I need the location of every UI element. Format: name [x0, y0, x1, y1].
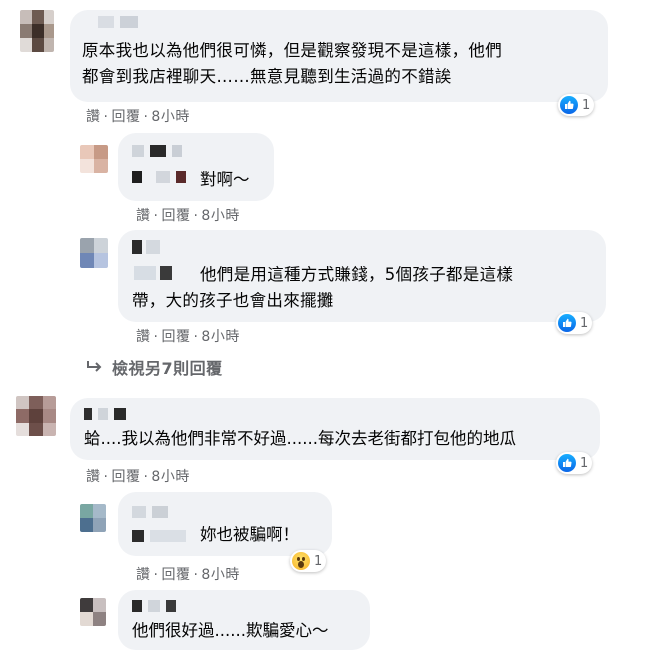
comment-text: 他們很好過......欺騙愛心～: [132, 621, 329, 640]
comment-actions: 讚 · 回覆 · 8小時: [86, 469, 190, 485]
reaction-count[interactable]: 1: [290, 550, 327, 572]
reply-button[interactable]: 回覆: [111, 469, 140, 485]
reply-bubble: 他們很好過......欺騙愛心～: [118, 590, 370, 650]
comment-text: 蛤....我以為他們非常不好過......每次去老街都打包他的地瓜: [84, 429, 516, 448]
comment-actions: 讚 · 回覆 · 8小時: [86, 109, 190, 125]
like-icon: [558, 314, 576, 332]
timestamp[interactable]: 8小時: [201, 567, 239, 583]
reaction-count[interactable]: 1: [556, 452, 593, 474]
like-button[interactable]: 讚: [136, 567, 151, 583]
timestamp[interactable]: 8小時: [151, 109, 189, 125]
reaction-count[interactable]: 1: [556, 312, 593, 334]
view-more-label: 檢視另7則回覆: [112, 359, 223, 378]
comment-actions: 讚 · 回覆 · 8小時: [136, 567, 240, 583]
reaction-count[interactable]: 1: [558, 94, 595, 116]
reply-bubble: 妳也被騙啊！: [118, 492, 332, 556]
like-button[interactable]: 讚: [136, 208, 151, 224]
view-more-replies-link[interactable]: 檢視另7則回覆: [86, 355, 223, 379]
reply-button[interactable]: 回覆: [161, 329, 190, 345]
avatar[interactable]: [80, 145, 108, 173]
like-button[interactable]: 讚: [86, 109, 101, 125]
timestamp[interactable]: 8小時: [151, 469, 189, 485]
reply-bubble: 對啊～: [118, 133, 274, 201]
reply-button[interactable]: 回覆: [161, 567, 190, 583]
reply-bubble: 他們是用這種方式賺錢，5個孩子都是這樣 帶，大的孩子也會出來擺攤: [118, 230, 606, 322]
blurred-author-name: [98, 16, 158, 30]
avatar[interactable]: [20, 10, 54, 52]
avatar[interactable]: [80, 504, 106, 532]
reply-arrow-icon: [87, 361, 102, 372]
reaction-number: 1: [580, 315, 589, 331]
reply-button[interactable]: 回覆: [111, 109, 140, 125]
avatar[interactable]: [80, 598, 106, 626]
reply-button[interactable]: 回覆: [161, 208, 190, 224]
like-icon: [558, 454, 576, 472]
avatar[interactable]: [80, 238, 108, 268]
blurred-author-name: [132, 506, 202, 544]
reaction-number: 1: [580, 455, 589, 471]
comment-text: 他們是用這種方式賺錢，5個孩子都是這樣 帶，大的孩子也會出來擺攤: [132, 265, 514, 310]
avatar[interactable]: [16, 396, 56, 436]
like-button[interactable]: 讚: [86, 469, 101, 485]
comment-text: 原本我也以為他們很可憐，但是觀察發現不是這樣，他們 都會到我店裡聊天……無意見聽…: [82, 41, 502, 86]
comment-text: 對啊～: [200, 170, 250, 189]
like-button[interactable]: 讚: [136, 329, 151, 345]
timestamp[interactable]: 8小時: [201, 329, 239, 345]
comment-bubble: 蛤....我以為他們非常不好過......每次去老街都打包他的地瓜: [70, 398, 600, 460]
like-icon: [560, 96, 578, 114]
reaction-number: 1: [582, 97, 591, 113]
blurred-author-name: [132, 600, 192, 614]
timestamp[interactable]: 8小時: [201, 208, 239, 224]
wow-icon: [292, 552, 310, 570]
reaction-number: 1: [314, 553, 323, 569]
comment-bubble: 原本我也以為他們很可憐，但是觀察發現不是這樣，他們 都會到我店裡聊天……無意見聽…: [70, 10, 608, 102]
comment-text: 妳也被騙啊！: [200, 525, 299, 544]
blurred-author-name: [84, 408, 144, 422]
comment-actions: 讚 · 回覆 · 8小時: [136, 329, 240, 345]
comment-actions: 讚 · 回覆 · 8小時: [136, 208, 240, 224]
